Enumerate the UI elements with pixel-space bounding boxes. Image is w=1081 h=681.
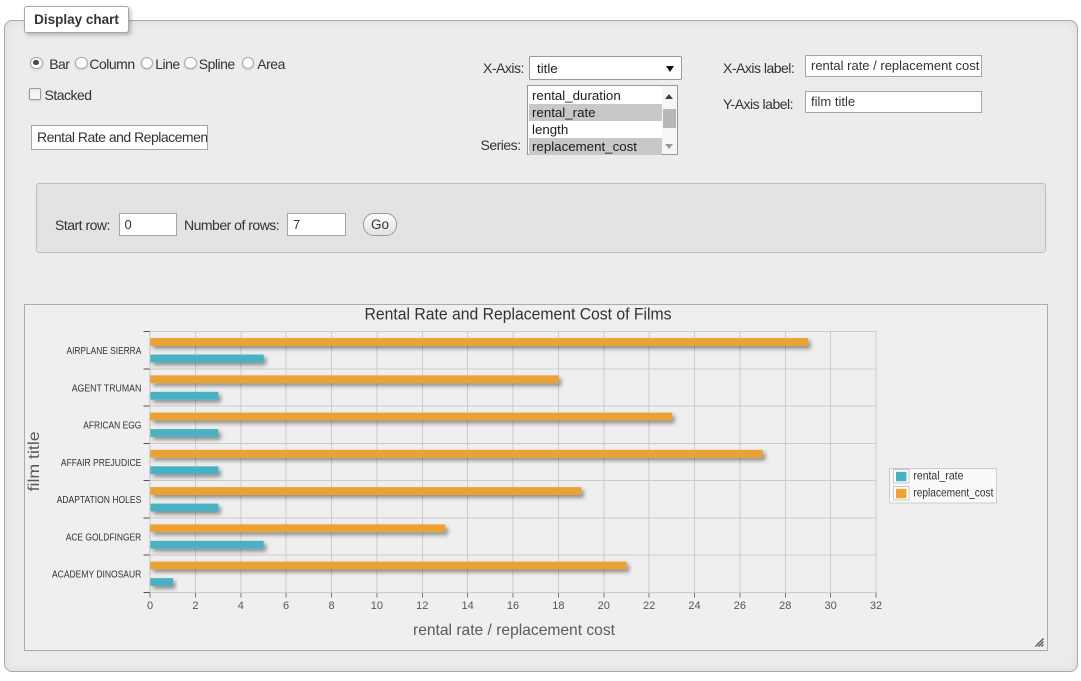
svg-text:ACE GOLDFINGER: ACE GOLDFINGER: [66, 532, 142, 543]
svg-text:18: 18: [552, 600, 564, 612]
svg-text:film title: film title: [26, 431, 43, 491]
svg-text:24: 24: [688, 600, 700, 612]
svg-text:20: 20: [598, 600, 610, 612]
svg-text:4: 4: [238, 600, 244, 612]
svg-text:AFRICAN EGG: AFRICAN EGG: [83, 421, 141, 432]
svg-text:32: 32: [870, 600, 882, 612]
svg-text:Rental Rate and Replacement Co: Rental Rate and Replacement Cost of Film…: [365, 305, 672, 324]
svg-text:ADAPTATION HOLES: ADAPTATION HOLES: [57, 495, 142, 506]
svg-text:replacement_cost: replacement_cost: [913, 486, 994, 500]
svg-text:14: 14: [461, 600, 473, 612]
svg-text:AIRPLANE SIERRA: AIRPLANE SIERRA: [67, 346, 142, 357]
svg-text:6: 6: [283, 600, 289, 612]
svg-text:8: 8: [328, 600, 334, 612]
svg-text:rental_rate: rental_rate: [913, 469, 963, 483]
svg-text:AGENT TRUMAN: AGENT TRUMAN: [72, 383, 142, 394]
svg-text:12: 12: [416, 600, 428, 612]
svg-text:26: 26: [734, 600, 746, 612]
svg-text:0: 0: [147, 600, 153, 612]
svg-text:28: 28: [779, 600, 791, 612]
svg-text:22: 22: [643, 600, 655, 612]
svg-text:rental rate / replacement cost: rental rate / replacement cost: [413, 622, 616, 639]
svg-text:AFFAIR PREJUDICE: AFFAIR PREJUDICE: [61, 458, 142, 469]
svg-text:30: 30: [824, 600, 836, 612]
svg-text:10: 10: [371, 600, 383, 612]
svg-text:ACADEMY DINOSAUR: ACADEMY DINOSAUR: [52, 570, 141, 581]
svg-text:2: 2: [192, 600, 198, 612]
svg-text:16: 16: [507, 600, 519, 612]
